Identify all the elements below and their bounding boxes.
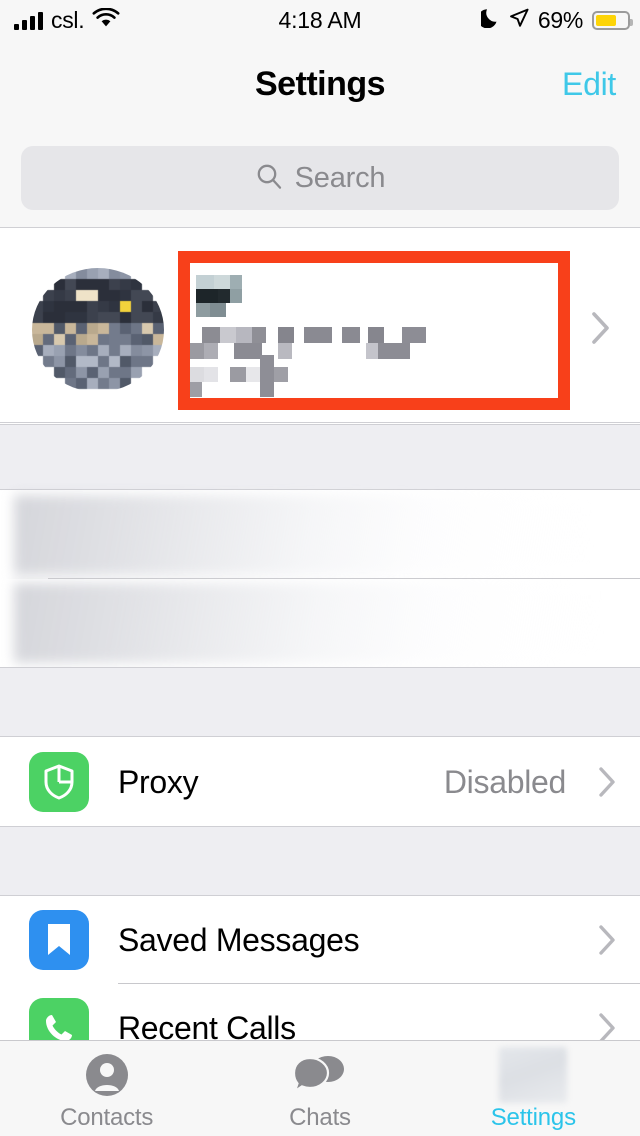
nav-bar: Settings Edit [0,40,640,128]
settings-row-label: Proxy [118,763,199,800]
person-circle-icon [84,1051,130,1099]
tab-chats[interactable]: Chats [213,1041,426,1136]
search-icon [255,162,283,195]
tab-label: Settings [490,1104,576,1131]
phone-screen: csl. 4:18 AM 69% Settings Edit Search Pr… [0,0,640,1136]
chevron-right-icon [599,767,616,797]
settings-row-label: Saved Messages [118,921,360,958]
battery-percent-label: 69% [537,6,583,33]
tab-contacts[interactable]: Contacts [0,1041,213,1136]
location-arrow-icon [509,8,529,33]
edit-button[interactable]: Edit [562,40,616,128]
status-bar-right: 69% [477,0,633,40]
page-title: Settings [254,64,386,103]
section-gap-1 [0,424,640,490]
settings-row-saved-messages[interactable]: Saved Messages [0,896,640,984]
battery-icon [592,10,633,30]
blurred-row-2[interactable] [0,579,640,667]
chevron-right-icon [599,1013,616,1043]
section-gap-3 [0,826,640,896]
chevron-right-icon [599,925,616,955]
moon-icon [477,7,500,33]
tab-bar: Contacts Chats Settings [0,1040,640,1136]
avatar[interactable] [32,268,164,392]
profile-username-redacted [188,355,328,399]
clock-label: 4:18 AM [278,6,362,33]
search-input[interactable]: Search [21,146,619,210]
settings-icon-blurred [499,1047,568,1103]
settings-row-value: Disabled [443,763,566,800]
blurred-row-1[interactable] [0,491,640,579]
shield-icon [29,752,89,812]
profile-name-redacted [196,275,396,317]
tab-label: Contacts [60,1104,154,1131]
chat-bubbles-icon [293,1051,346,1099]
status-bar: csl. 4:18 AM 69% [0,0,640,40]
profile-phone-redacted [188,327,448,359]
bookmark-icon [29,910,89,970]
tab-settings[interactable]: Settings [427,1041,640,1136]
search-placeholder: Search [294,161,386,194]
tab-label: Chats [289,1104,351,1131]
settings-row-proxy[interactable]: Proxy Disabled [0,738,640,826]
section-gap-2 [0,667,640,737]
profile-chevron-right-icon [592,312,610,349]
search-zone: Search [0,128,640,228]
